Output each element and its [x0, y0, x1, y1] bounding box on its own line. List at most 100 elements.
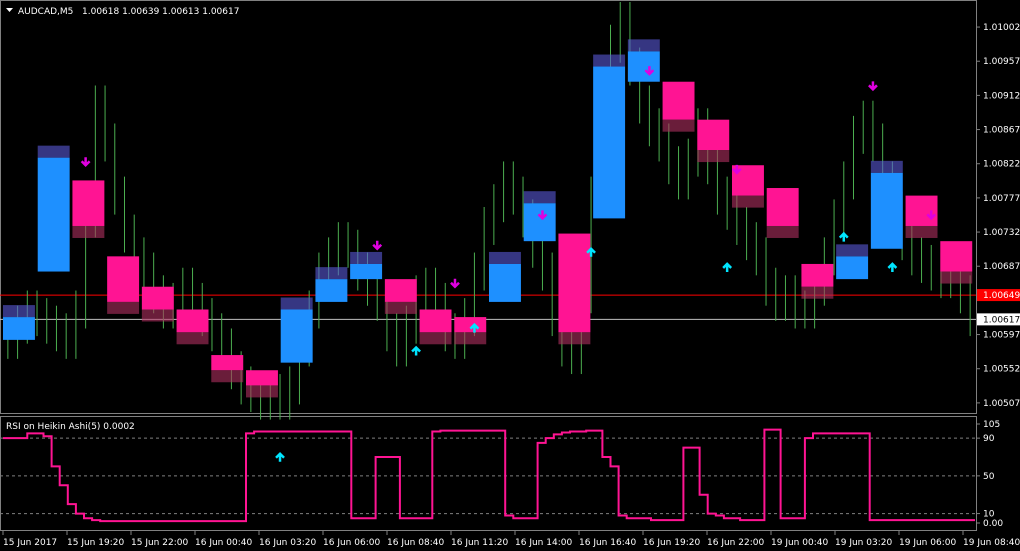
arrow-up-icon	[275, 451, 285, 462]
price-axis-label: 1.00597	[983, 331, 1020, 341]
heikin-ashi-block	[905, 195, 938, 226]
price-axis-label: 1.01002	[983, 23, 1020, 33]
price-badge-label: 1.00649	[983, 291, 1020, 301]
heikin-ashi-block	[940, 241, 973, 272]
arrow-down-icon	[868, 81, 878, 92]
arrow-down-icon	[372, 240, 383, 251]
heikin-ashi-wick	[905, 225, 938, 238]
price-axis-label: 1.00822	[983, 160, 1020, 170]
arrow-up-icon	[838, 231, 849, 242]
time-axis-label: 15 Jun 22:00	[131, 538, 188, 548]
rsi-indicator-title: RSI on Heikin Ashi(5) 0.0002	[6, 422, 135, 432]
heikin-ashi-wick	[246, 385, 278, 398]
heikin-ashi-wick	[454, 332, 487, 345]
heikin-ashi-block	[419, 309, 452, 333]
heikin-ashi-wick	[558, 332, 591, 345]
heikin-ashi-wick	[384, 301, 417, 314]
arrow-up-icon	[411, 345, 421, 356]
time-axis-label: 16 Jun 00:40	[195, 538, 252, 548]
price-axis-label: 1.00867	[983, 126, 1020, 136]
heikin-ashi-block	[523, 203, 556, 242]
heikin-ashi-wick	[280, 297, 313, 310]
time-axis-label: 16 Jun 14:00	[515, 538, 572, 548]
price-axis-label: 1.00687	[983, 262, 1020, 272]
heikin-ashi-wick	[37, 145, 70, 158]
time-axis-label: 16 Jun 16:40	[579, 538, 636, 548]
price-axis-label: 1.00552	[983, 365, 1020, 375]
symbol-label: AUDCAD,M5	[18, 7, 73, 17]
chart-window: 1.01002 1.00957 1.00912 1.00867 1.00822 1.007…	[0, 0, 1020, 551]
heikin-ashi-wick	[870, 160, 903, 173]
heikin-ashi-block	[3, 317, 35, 340]
heikin-ashi-wick	[766, 225, 799, 238]
heikin-ashi-block	[107, 256, 140, 302]
price-axis-label: 1.00912	[983, 91, 1020, 101]
heikin-ashi-block	[280, 309, 313, 363]
heikin-ashi-block	[72, 180, 105, 226]
heikin-ashi-wick	[107, 301, 140, 314]
heikin-ashi-block	[141, 286, 174, 310]
heikin-ashi-block	[593, 66, 626, 219]
arrow-up-icon	[722, 262, 733, 272]
main-chart-panel[interactable]	[0, 0, 977, 414]
heikin-ashi-block	[37, 157, 70, 272]
heikin-ashi-block	[662, 81, 695, 120]
rsi-axis-label: 50	[983, 472, 995, 482]
time-axis-label: 19 Jun 03:20	[835, 538, 892, 548]
time-axis-label: 15 Jun 2017	[3, 538, 57, 548]
heikin-ashi-wick	[836, 244, 869, 257]
time-axis-label: 16 Jun 22:00	[707, 538, 764, 548]
heikin-ashi-wick	[3, 305, 35, 318]
price-axis-label: 1.00957	[983, 57, 1020, 67]
heikin-ashi-block	[384, 279, 417, 302]
time-axis-label: 16 Jun 06:00	[323, 538, 380, 548]
heikin-ashi-block	[870, 172, 903, 249]
heikin-ashi-block	[627, 51, 660, 82]
heikin-ashi-block	[350, 263, 383, 280]
heikin-ashi-block	[211, 355, 244, 371]
chart-canvas[interactable]: 1.01002 1.00957 1.00912 1.00867 1.00822 1.007…	[0, 0, 1020, 551]
arrow-up-icon	[887, 262, 898, 272]
time-axis-label: 16 Jun 03:20	[259, 538, 316, 548]
heikin-ashi-block	[315, 279, 348, 302]
heikin-ashi-wick	[732, 195, 764, 208]
heikin-ashi-block	[558, 233, 591, 333]
heikin-ashi-wick	[627, 39, 660, 52]
price-axis-label: 1.00732	[983, 228, 1020, 238]
heikin-ashi-block	[766, 188, 799, 226]
triangle-down-icon[interactable]	[6, 8, 13, 12]
time-axis-label: 16 Jun 08:40	[387, 538, 444, 548]
arrow-down-icon	[80, 157, 91, 168]
heikin-ashi-wick	[176, 332, 209, 345]
heikin-ashi-wick	[662, 119, 695, 132]
heikin-ashi-wick	[593, 54, 626, 67]
heikin-ashi-wick	[940, 271, 973, 284]
time-axis-label: 15 Jun 19:20	[67, 538, 124, 548]
price-badge-label: 1.00617	[983, 315, 1020, 325]
heikin-ashi-wick	[697, 150, 730, 163]
ohlc-label: 1.00618 1.00639 1.00613 1.00617	[82, 7, 239, 17]
heikin-ashi-wick	[350, 251, 383, 264]
heikin-ashi-wick	[72, 225, 105, 238]
heikin-ashi-block	[489, 263, 521, 302]
heikin-ashi-wick	[211, 370, 244, 383]
heikin-ashi-wick	[315, 267, 348, 280]
time-axis-label: 19 Jun 06:00	[899, 538, 956, 548]
heikin-ashi-wick	[141, 309, 174, 322]
heikin-ashi-block	[176, 309, 209, 333]
price-axis-label: 1.00777	[983, 194, 1020, 204]
heikin-ashi-wick	[801, 286, 834, 299]
heikin-ashi-block	[454, 317, 487, 333]
price-axis-label: 1.00507	[983, 399, 1020, 409]
heikin-ashi-wick	[419, 332, 452, 345]
time-axis-label: 19 Jun 00:40	[771, 538, 828, 548]
time-axis-label: 16 Jun 19:20	[643, 538, 700, 548]
time-axis-label: 16 Jun 11:20	[451, 538, 508, 548]
arrow-down-icon	[450, 278, 460, 289]
heikin-ashi-block	[246, 370, 278, 386]
rsi-axis-label: 105	[983, 420, 1000, 430]
time-axis-label: 19 Jun 08:40	[963, 538, 1020, 548]
rsi-axis-label: 0.00	[983, 519, 1003, 529]
heikin-ashi-block	[697, 119, 730, 151]
heikin-ashi-wick	[489, 251, 521, 264]
